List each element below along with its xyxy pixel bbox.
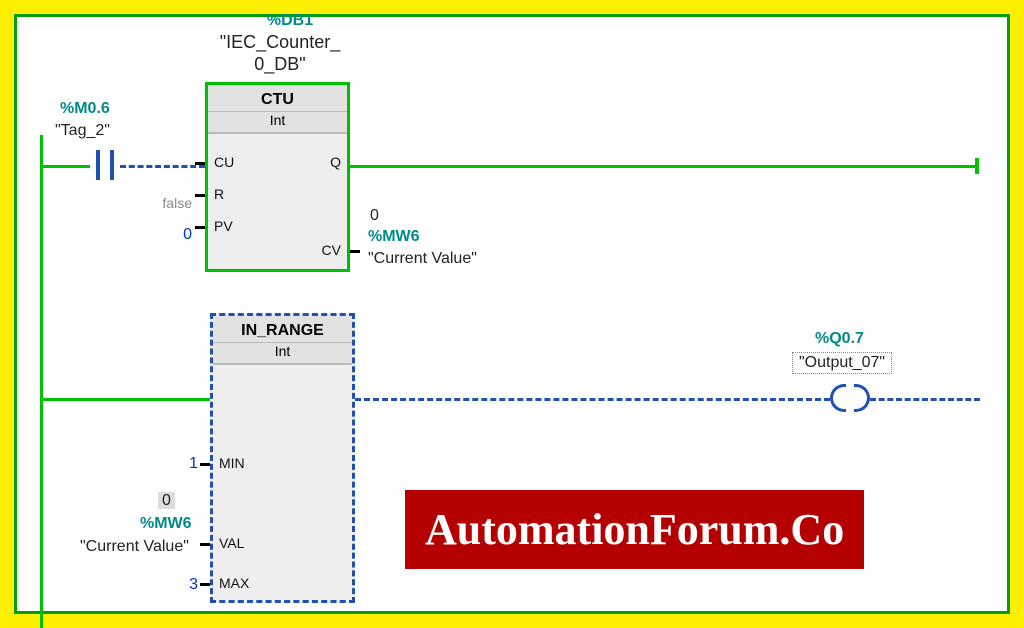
ctu-subtitle: Int <box>208 112 347 134</box>
wire-n2-coil-to-rail <box>870 398 980 401</box>
ctu-pin-cu: CU <box>214 154 234 170</box>
ctu-cv-tag: "Current Value" <box>368 250 477 268</box>
block-in-range[interactable]: IN_RANGE Int MIN VAL MAX <box>210 313 355 603</box>
wire-n1-q-out <box>350 165 978 168</box>
tick-min <box>200 463 210 466</box>
power-rail-left <box>40 135 43 628</box>
tick-cu <box>195 162 205 165</box>
contact1-tag: "Tag_2" <box>55 122 110 140</box>
ctu-r-value: false <box>152 195 192 211</box>
inrange-val-value: 0 <box>158 492 175 509</box>
inrange-pin-min: MIN <box>219 455 245 471</box>
ctu-pin-cv: CV <box>322 242 341 258</box>
coil-address: %Q0.7 <box>815 330 864 348</box>
ctu-pin-pv: PV <box>214 218 233 234</box>
ctu-cv-value: 0 <box>370 207 379 225</box>
inrange-max-value: 3 <box>178 576 198 594</box>
wire-n1-end-tick <box>975 158 979 174</box>
inrange-val-address: %MW6 <box>140 515 192 533</box>
inrange-val-value-wrap: 0 <box>158 492 175 510</box>
block-ctu[interactable]: CTU Int CU R PV Q CV <box>205 82 350 272</box>
inrange-subtitle: Int <box>213 343 352 365</box>
inrange-val-tag: "Current Value" <box>80 538 189 556</box>
coil-output07[interactable] <box>830 384 870 412</box>
wire-n1-rail-to-contact <box>43 165 90 168</box>
ctu-db-name-1: "IEC_Counter_ <box>180 32 380 53</box>
ctu-pin-r: R <box>214 186 224 202</box>
contact-tag2[interactable] <box>90 150 120 180</box>
wire-n2-rail-to-block <box>43 398 210 401</box>
inrange-pin-val: VAL <box>219 535 244 551</box>
tick-cv <box>350 250 360 253</box>
tick-val <box>200 543 210 546</box>
ctu-cv-address: %MW6 <box>368 228 420 246</box>
contact1-address: %M0.6 <box>60 100 110 118</box>
ctu-title: CTU <box>208 85 347 112</box>
watermark-banner: AutomationForum.Co <box>405 490 864 569</box>
ctu-pin-q: Q <box>330 154 341 170</box>
wire-n1-contact-to-block <box>120 165 205 168</box>
tick-r <box>195 194 205 197</box>
ctu-db-name-2: 0_DB" <box>180 54 380 75</box>
ctu-db-address: %DB1 <box>210 12 370 30</box>
inrange-title: IN_RANGE <box>213 316 352 343</box>
inrange-min-value: 1 <box>178 455 198 473</box>
ctu-pv-value: 0 <box>170 226 192 244</box>
tick-max <box>200 583 210 586</box>
coil-tag: "Output_07" <box>792 352 892 374</box>
tick-pv <box>195 226 205 229</box>
inrange-pin-max: MAX <box>219 575 249 591</box>
wire-n2-block-to-coil <box>355 398 830 401</box>
